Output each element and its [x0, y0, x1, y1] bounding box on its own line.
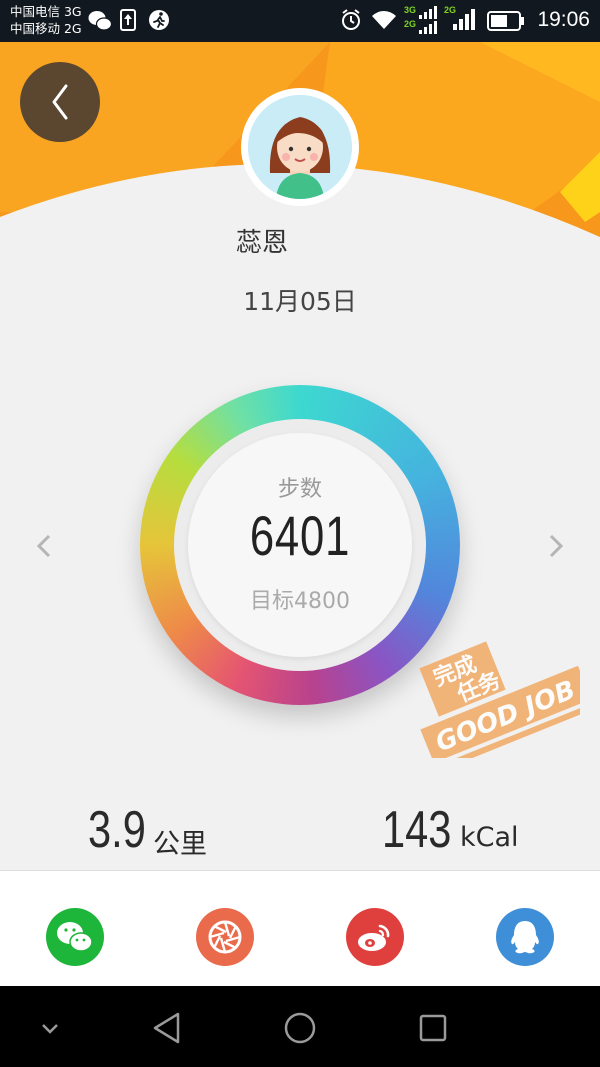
system-nav-bar: [0, 986, 600, 1067]
share-qq-button[interactable]: [496, 908, 554, 966]
nav-recents-button[interactable]: [413, 1008, 453, 1048]
girl-avatar-icon: [248, 95, 352, 199]
nav-back-button[interactable]: [148, 1008, 188, 1048]
status-time: 19:06: [537, 8, 590, 31]
wifi-icon: [372, 11, 396, 29]
circle-home-icon: [284, 1012, 316, 1044]
chevron-down-icon: [42, 1024, 58, 1034]
network-2g-label-a: 2G: [404, 19, 417, 29]
status-bar: 中国电信 3G 中国移动 2G 3G 2G 2G 19:06: [0, 0, 600, 42]
nav-down-button[interactable]: [30, 1008, 70, 1048]
avatar[interactable]: [241, 88, 359, 206]
alarm-icon: [342, 9, 360, 30]
square-recents-icon: [419, 1014, 447, 1042]
chevron-left-icon: [52, 84, 68, 120]
signal-icon-2: [453, 9, 475, 30]
signal-icon: [419, 6, 437, 34]
date-label: 11月05日: [243, 287, 357, 316]
distance-value: 3.9: [88, 801, 146, 859]
carrier-2: 中国移动 2G: [10, 21, 82, 36]
calories-unit: kCal: [460, 822, 519, 853]
share-weibo-button[interactable]: [346, 908, 404, 966]
nav-home-button[interactable]: [280, 1008, 320, 1048]
back-button[interactable]: [20, 62, 100, 142]
weibo-icon: [358, 924, 390, 951]
share-moments-button[interactable]: [196, 908, 254, 966]
runner-icon: [149, 10, 169, 30]
distance-unit: 公里: [153, 829, 207, 860]
chevron-right-icon: [549, 534, 564, 558]
next-day-button[interactable]: [545, 531, 567, 561]
user-name: 蕊恩: [236, 228, 289, 258]
upload-icon: [120, 9, 136, 31]
carrier-labels: 中国电信 3G 中国移动 2G: [10, 3, 82, 37]
moments-icon: [208, 920, 242, 954]
calories-value: 143: [382, 801, 452, 859]
network-3g-label: 3G: [404, 5, 417, 15]
steps-value: 6401: [249, 504, 351, 567]
carrier-1: 中国电信 3G: [10, 4, 82, 19]
steps-label: 步数: [277, 477, 322, 502]
battery-icon: [487, 11, 524, 31]
good-job-stamp: 完成 任务 GOOD JOB: [419, 641, 580, 758]
triangle-back-icon: [153, 1012, 180, 1044]
chevron-left-icon: [36, 534, 51, 558]
wechat-icon: [88, 11, 112, 31]
qq-icon: [511, 921, 539, 954]
wechat-icon: [57, 922, 93, 952]
share-bar: [0, 870, 600, 986]
previous-day-button[interactable]: [33, 531, 55, 561]
share-wechat-button[interactable]: [46, 908, 104, 966]
